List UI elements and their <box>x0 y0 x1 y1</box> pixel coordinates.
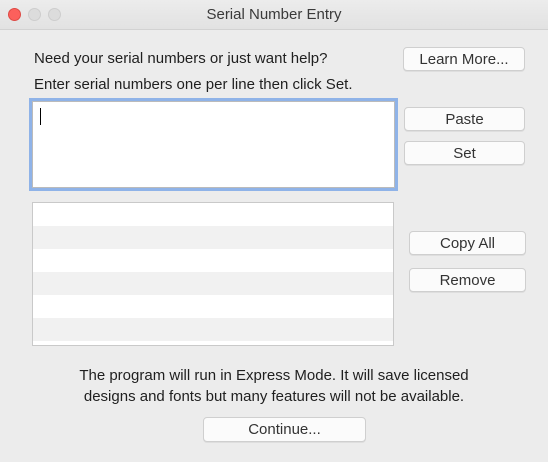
set-button[interactable]: Set <box>404 141 525 165</box>
list-item[interactable] <box>33 203 393 226</box>
continue-button[interactable]: Continue... <box>203 417 366 442</box>
remove-button[interactable]: Remove <box>409 268 526 292</box>
express-mode-notice: The program will run in Express Mode. It… <box>0 365 548 407</box>
learn-more-button[interactable]: Learn More... <box>403 47 525 71</box>
notice-line-1: The program will run in Express Mode. It… <box>79 367 469 384</box>
list-item[interactable] <box>33 249 393 272</box>
copy-all-button[interactable]: Copy All <box>409 231 526 255</box>
list-item[interactable] <box>33 272 393 295</box>
help-text: Need your serial numbers or just want he… <box>34 50 328 67</box>
list-item[interactable] <box>33 226 393 249</box>
notice-line-2: designs and fonts but many features will… <box>83 388 465 405</box>
window-title: Serial Number Entry <box>206 6 342 23</box>
text-cursor <box>40 108 41 125</box>
serial-number-input[interactable] <box>32 101 395 188</box>
serial-number-entry-window: Serial Number Entry Need your serial num… <box>0 0 548 462</box>
title-bar[interactable]: Serial Number Entry <box>0 0 548 30</box>
paste-button[interactable]: Paste <box>404 107 525 131</box>
list-item[interactable] <box>33 295 393 318</box>
instructions-text: Enter serial numbers one per line then c… <box>34 76 353 93</box>
list-item[interactable] <box>33 318 393 341</box>
serial-number-list[interactable] <box>32 202 394 346</box>
